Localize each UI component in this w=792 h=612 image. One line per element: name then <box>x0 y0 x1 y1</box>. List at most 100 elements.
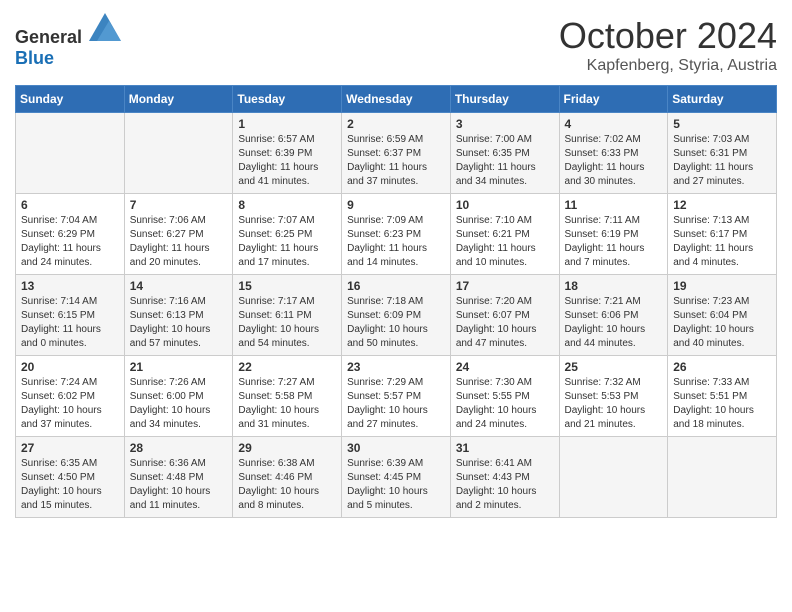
day-header-wednesday: Wednesday <box>342 86 451 113</box>
day-header-friday: Friday <box>559 86 668 113</box>
day-number: 12 <box>673 198 771 212</box>
cell-content: Sunrise: 7:04 AMSunset: 6:29 PMDaylight:… <box>21 214 119 270</box>
day-number: 8 <box>238 198 336 212</box>
day-header-thursday: Thursday <box>450 86 559 113</box>
day-header-sunday: Sunday <box>16 86 125 113</box>
day-number: 17 <box>456 279 554 293</box>
day-number: 5 <box>673 117 771 131</box>
calendar-cell: 29Sunrise: 6:38 AMSunset: 4:46 PMDayligh… <box>233 437 342 518</box>
day-number: 9 <box>347 198 445 212</box>
calendar-cell <box>559 437 668 518</box>
calendar-week-5: 27Sunrise: 6:35 AMSunset: 4:50 PMDayligh… <box>16 437 777 518</box>
calendar-cell: 25 Sunrise: 7:32 AMSunset: 5:53 PMDayligh… <box>559 356 668 437</box>
day-number: 3 <box>456 117 554 131</box>
calendar-cell: 5 Sunrise: 7:03 AMSunset: 6:31 PMDaylight… <box>668 113 777 194</box>
day-number: 20 <box>21 360 119 374</box>
month-title: October 2024 <box>559 15 777 57</box>
calendar-cell: 18 Sunrise: 7:21 AMSunset: 6:06 PMDayligh… <box>559 275 668 356</box>
calendar-cell: 3 Sunrise: 7:00 AMSunset: 6:35 PMDaylight… <box>450 113 559 194</box>
calendar-cell: 17 Sunrise: 7:20 AMSunset: 6:07 PMDayligh… <box>450 275 559 356</box>
cell-content: Sunrise: 7:30 AMSunset: 5:55 PMDaylight:… <box>456 376 554 432</box>
calendar-cell: 14Sunrise: 7:16 AMSunset: 6:13 PMDayligh… <box>124 275 233 356</box>
day-number: 4 <box>565 117 663 131</box>
cell-content: Sunrise: 7:03 AMSunset: 6:31 PMDaylight:… <box>673 133 771 189</box>
calendar-cell: 20 Sunrise: 7:24 AMSunset: 6:02 PMDayligh… <box>16 356 125 437</box>
calendar-cell: 13Sunrise: 7:14 AMSunset: 6:15 PMDayligh… <box>16 275 125 356</box>
cell-content: Sunrise: 7:02 AMSunset: 6:33 PMDaylight:… <box>565 133 663 189</box>
calendar-cell: 19 Sunrise: 7:23 AMSunset: 6:04 PMDayligh… <box>668 275 777 356</box>
calendar-header-row: SundayMondayTuesdayWednesdayThursdayFrid… <box>16 86 777 113</box>
day-number: 24 <box>456 360 554 374</box>
calendar-cell: 16Sunrise: 7:18 AMSunset: 6:09 PMDayligh… <box>342 275 451 356</box>
day-number: 19 <box>673 279 771 293</box>
day-header-saturday: Saturday <box>668 86 777 113</box>
day-number: 1 <box>238 117 336 131</box>
cell-content: Sunrise: 7:33 AMSunset: 5:51 PMDaylight:… <box>673 376 771 432</box>
cell-content: Sunrise: 7:23 AMSunset: 6:04 PMDaylight:… <box>673 295 771 351</box>
logo: General Blue <box>15 15 121 69</box>
calendar-week-4: 20 Sunrise: 7:24 AMSunset: 6:02 PMDayligh… <box>16 356 777 437</box>
cell-content: Sunrise: 7:10 AMSunset: 6:21 PMDaylight:… <box>456 214 554 270</box>
day-number: 31 <box>456 441 554 455</box>
calendar-cell: 31 Sunrise: 6:41 AMSunset: 4:43 PMDayligh… <box>450 437 559 518</box>
calendar-cell: 8Sunrise: 7:07 AMSunset: 6:25 PMDaylight… <box>233 194 342 275</box>
calendar-cell: 24 Sunrise: 7:30 AMSunset: 5:55 PMDayligh… <box>450 356 559 437</box>
cell-content: Sunrise: 7:00 AMSunset: 6:35 PMDaylight:… <box>456 133 554 189</box>
title-block: October 2024 Kapfenberg, Styria, Austria <box>559 15 777 75</box>
cell-content: Sunrise: 6:38 AMSunset: 4:46 PMDaylight:… <box>238 457 336 513</box>
cell-content: Sunrise: 7:29 AMSunset: 5:57 PMDaylight:… <box>347 376 445 432</box>
cell-content: Sunrise: 7:18 AMSunset: 6:09 PMDaylight:… <box>347 295 445 351</box>
cell-content: Sunrise: 6:57 AMSunset: 6:39 PMDaylight:… <box>238 133 336 189</box>
day-header-monday: Monday <box>124 86 233 113</box>
calendar-cell <box>124 113 233 194</box>
cell-content: Sunrise: 7:13 AMSunset: 6:17 PMDaylight:… <box>673 214 771 270</box>
calendar-table: SundayMondayTuesdayWednesdayThursdayFrid… <box>15 85 777 518</box>
day-number: 18 <box>565 279 663 293</box>
calendar-cell <box>668 437 777 518</box>
cell-content: Sunrise: 6:41 AMSunset: 4:43 PMDaylight:… <box>456 457 554 513</box>
cell-content: Sunrise: 7:06 AMSunset: 6:27 PMDaylight:… <box>130 214 228 270</box>
calendar-cell: 11Sunrise: 7:11 AMSunset: 6:19 PMDayligh… <box>559 194 668 275</box>
calendar-cell: 26 Sunrise: 7:33 AMSunset: 5:51 PMDayligh… <box>668 356 777 437</box>
page-header: General Blue October 2024 Kapfenberg, St… <box>15 15 777 75</box>
day-number: 2 <box>347 117 445 131</box>
calendar-cell: 4 Sunrise: 7:02 AMSunset: 6:33 PMDaylight… <box>559 113 668 194</box>
cell-content: Sunrise: 7:11 AMSunset: 6:19 PMDaylight:… <box>565 214 663 270</box>
logo-text: General Blue <box>15 15 121 69</box>
cell-content: Sunrise: 6:59 AMSunset: 6:37 PMDaylight:… <box>347 133 445 189</box>
calendar-cell: 6 Sunrise: 7:04 AMSunset: 6:29 PMDaylight… <box>16 194 125 275</box>
day-number: 26 <box>673 360 771 374</box>
calendar-cell: 10Sunrise: 7:10 AMSunset: 6:21 PMDayligh… <box>450 194 559 275</box>
cell-content: Sunrise: 7:09 AMSunset: 6:23 PMDaylight:… <box>347 214 445 270</box>
day-number: 7 <box>130 198 228 212</box>
day-header-tuesday: Tuesday <box>233 86 342 113</box>
calendar-cell: 7 Sunrise: 7:06 AMSunset: 6:27 PMDaylight… <box>124 194 233 275</box>
cell-content: Sunrise: 6:36 AMSunset: 4:48 PMDaylight:… <box>130 457 228 513</box>
calendar-cell: 22Sunrise: 7:27 AMSunset: 5:58 PMDayligh… <box>233 356 342 437</box>
cell-content: Sunrise: 7:24 AMSunset: 6:02 PMDaylight:… <box>21 376 119 432</box>
day-number: 6 <box>21 198 119 212</box>
location-title: Kapfenberg, Styria, Austria <box>559 57 777 75</box>
cell-content: Sunrise: 6:39 AMSunset: 4:45 PMDaylight:… <box>347 457 445 513</box>
calendar-cell: 27Sunrise: 6:35 AMSunset: 4:50 PMDayligh… <box>16 437 125 518</box>
day-number: 25 <box>565 360 663 374</box>
calendar-cell: 28Sunrise: 6:36 AMSunset: 4:48 PMDayligh… <box>124 437 233 518</box>
cell-content: Sunrise: 7:26 AMSunset: 6:00 PMDaylight:… <box>130 376 228 432</box>
day-number: 23 <box>347 360 445 374</box>
cell-content: Sunrise: 7:21 AMSunset: 6:06 PMDaylight:… <box>565 295 663 351</box>
calendar-cell <box>16 113 125 194</box>
calendar-cell: 9 Sunrise: 7:09 AMSunset: 6:23 PMDaylight… <box>342 194 451 275</box>
cell-content: Sunrise: 7:32 AMSunset: 5:53 PMDaylight:… <box>565 376 663 432</box>
calendar-cell: 2 Sunrise: 6:59 AMSunset: 6:37 PMDaylight… <box>342 113 451 194</box>
cell-content: Sunrise: 7:16 AMSunset: 6:13 PMDaylight:… <box>130 295 228 351</box>
day-number: 30 <box>347 441 445 455</box>
day-number: 15 <box>238 279 336 293</box>
calendar-cell: 12 Sunrise: 7:13 AMSunset: 6:17 PMDayligh… <box>668 194 777 275</box>
calendar-cell: 30 Sunrise: 6:39 AMSunset: 4:45 PMDayligh… <box>342 437 451 518</box>
cell-content: Sunrise: 7:27 AMSunset: 5:58 PMDaylight:… <box>238 376 336 432</box>
cell-content: Sunrise: 7:20 AMSunset: 6:07 PMDaylight:… <box>456 295 554 351</box>
calendar-week-3: 13Sunrise: 7:14 AMSunset: 6:15 PMDayligh… <box>16 275 777 356</box>
cell-content: Sunrise: 7:17 AMSunset: 6:11 PMDaylight:… <box>238 295 336 351</box>
calendar-cell: 23 Sunrise: 7:29 AMSunset: 5:57 PMDayligh… <box>342 356 451 437</box>
day-number: 27 <box>21 441 119 455</box>
